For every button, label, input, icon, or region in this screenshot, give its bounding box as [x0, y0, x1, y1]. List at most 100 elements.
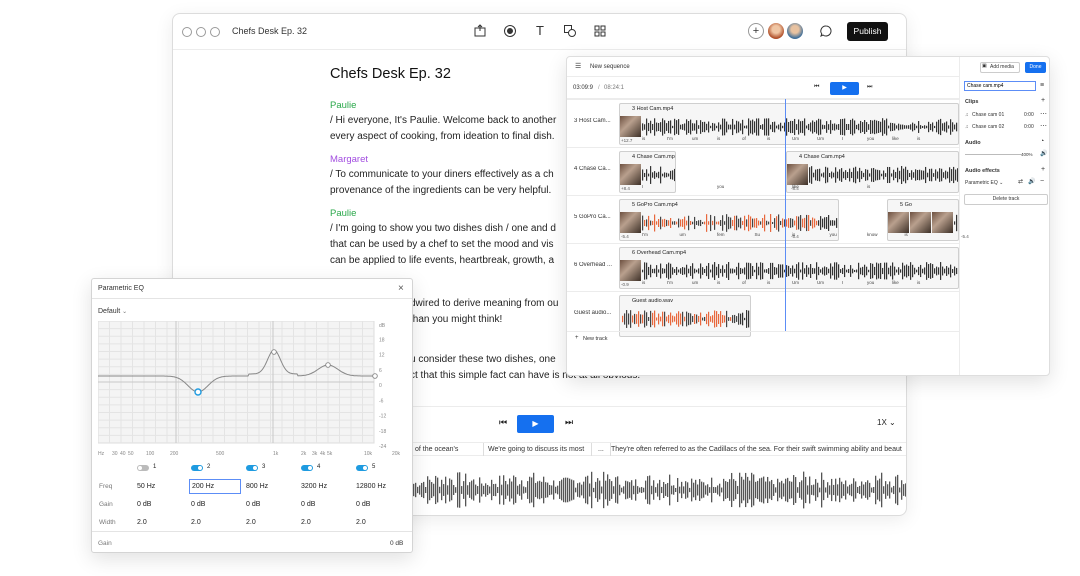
track-row[interactable]: 5 GoPro Ca... 5 GoPro Cam.mp4 5 Go -5.4 -5.4…	[567, 195, 969, 243]
band-toggle[interactable]	[301, 465, 313, 471]
band-freq-field[interactable]: 200 Hz	[189, 479, 241, 494]
skip-back-icon[interactable]: ⏮	[814, 84, 819, 91]
volume-slider[interactable]	[965, 154, 1021, 155]
transcript-word[interactable]: you	[867, 280, 874, 285]
eq-band-handle[interactable]	[325, 362, 331, 368]
transcript-word[interactable]: Um	[792, 280, 799, 285]
transcript-word[interactable]: um	[692, 280, 698, 285]
transcript-word[interactable]: is	[867, 184, 870, 189]
avatar[interactable]	[768, 23, 784, 39]
add-collaborator-icon[interactable]: +	[748, 23, 764, 39]
avatar[interactable]	[787, 23, 803, 39]
track-row[interactable]: 4 Chase Ca... 4 Chase Cam.mp 4 Chase Cam.m…	[567, 147, 959, 195]
transcript-word[interactable]: is	[917, 280, 920, 285]
clip-menu-icon[interactable]: ⋯	[1040, 110, 1047, 118]
comment-icon[interactable]	[819, 24, 833, 38]
transcript-word[interactable]: you	[830, 232, 837, 237]
band-toggle[interactable]	[191, 465, 203, 471]
new-track-button[interactable]: New track	[583, 336, 607, 342]
track-name-input[interactable]	[964, 81, 1036, 91]
transcript-word[interactable]: is	[917, 136, 920, 141]
clip-name[interactable]: Chase cam 02	[972, 124, 1004, 130]
transcript-word[interactable]: of	[742, 280, 746, 285]
strip-segment[interactable]: They're often referred to as the Cadilla…	[611, 443, 902, 456]
transcript-word[interactable]: like	[892, 280, 899, 285]
sidebar-toggle-icon[interactable]: ☰	[575, 62, 581, 70]
close-window-icon[interactable]	[182, 27, 192, 37]
transcript-word[interactable]: fem	[717, 232, 725, 237]
eq-band-handle[interactable]	[194, 388, 202, 396]
close-icon[interactable]: ×	[398, 283, 404, 294]
track-row[interactable]: 3 Host Cam... 3 Host Cam.mp4 +12.7 is I'm um i…	[567, 99, 959, 147]
speaker-icon[interactable]: 🔊	[1040, 150, 1047, 157]
play-button[interactable]: ▶	[830, 82, 859, 95]
band-width-field[interactable]: 2.0	[246, 519, 256, 526]
band-freq-field[interactable]: 50 Hz	[137, 483, 155, 490]
audio-settings-icon[interactable]: ◔	[1040, 138, 1044, 145]
effect-select[interactable]: Parametric EQ ⌄	[965, 180, 1003, 186]
transcript-paragraph[interactable]: / Hi everyone, It's Paulie. Welcome back…	[330, 113, 590, 145]
main-waveform[interactable]	[413, 466, 907, 514]
transcript-word[interactable]: I'm	[642, 232, 648, 237]
band-toggle[interactable]	[246, 465, 258, 471]
transcript-word[interactable]: Um	[792, 136, 799, 141]
transcript-word[interactable]: like	[892, 136, 899, 141]
playhead[interactable]	[785, 99, 786, 331]
transcript-word[interactable]: is	[767, 280, 770, 285]
maximize-window-icon[interactable]	[210, 27, 220, 37]
transcript-word[interactable]: I'm	[667, 136, 673, 141]
band-freq-field[interactable]: 800 Hz	[246, 483, 268, 490]
transcript-word[interactable]: I	[842, 136, 843, 141]
band-toggle[interactable]	[137, 465, 149, 471]
band-toggle[interactable]	[356, 465, 368, 471]
transcript-word[interactable]: I'm	[667, 280, 673, 285]
band-width-field[interactable]: 2.0	[301, 519, 311, 526]
strip-segment[interactable]: ...	[591, 443, 611, 456]
skip-back-icon[interactable]: ⏮	[499, 417, 507, 428]
transcript-word[interactable]: you	[867, 136, 874, 141]
add-effect-icon[interactable]: +	[1041, 166, 1045, 173]
transcript-word[interactable]: know	[867, 232, 878, 237]
clip-menu-icon[interactable]: ⋯	[1040, 122, 1047, 130]
skip-forward-icon[interactable]: ⏭	[867, 84, 872, 91]
transcript-word[interactable]: Um	[817, 136, 824, 141]
add-clip-icon[interactable]: +	[1041, 97, 1045, 104]
transcript-word[interactable]: is	[717, 280, 720, 285]
effect-mute-icon[interactable]: 🔊	[1028, 178, 1035, 185]
transcript-word[interactable]: is	[717, 136, 720, 141]
transcript-word[interactable]: is	[642, 280, 645, 285]
text-tool-icon[interactable]: T	[533, 24, 547, 38]
transcript-word[interactable]: is	[905, 232, 908, 237]
band-gain-field[interactable]: 0 dB	[137, 501, 151, 508]
band-width-field[interactable]: 2.0	[191, 519, 201, 526]
transcript-word[interactable]: um	[692, 136, 698, 141]
align-icon[interactable]: ≡	[1040, 82, 1044, 89]
band-gain-field[interactable]: 0 dB	[356, 501, 370, 508]
record-icon[interactable]	[503, 24, 517, 38]
transcript-word[interactable]: is	[642, 136, 645, 141]
effect-settings-icon[interactable]: ⇄	[1018, 178, 1023, 185]
band-width-field[interactable]: 2.0	[356, 519, 366, 526]
eq-curve-graph[interactable]: dB 18 12 6 0 -6 -12 -18 -24 Hz 30 40 50 100 200 500 1k 2k…	[98, 321, 402, 461]
transcript-paragraph[interactable]: / I'm going to show you two dishes dish …	[330, 221, 590, 269]
shapes-icon[interactable]	[563, 24, 577, 38]
band-gain-field[interactable]: 0 dB	[246, 501, 260, 508]
transcript-word[interactable]: you	[717, 184, 724, 189]
eq-band-handle[interactable]	[372, 373, 378, 379]
transcript-word[interactable]: of	[742, 136, 746, 141]
transcript-paragraph[interactable]: / To communicate to your diners effectiv…	[330, 167, 590, 199]
band-gain-field[interactable]: 0 dB	[191, 501, 205, 508]
grid-icon[interactable]	[593, 24, 607, 38]
transcript-word[interactable]: Su	[755, 232, 761, 237]
eq-band-handle[interactable]	[271, 349, 277, 355]
band-gain-field[interactable]: 0 dB	[301, 501, 315, 508]
playback-speed-select[interactable]: 1X ⌄	[877, 418, 896, 427]
strip-segment[interactable]: of the ocean's	[415, 443, 458, 456]
transcript-word[interactable]: um	[680, 232, 686, 237]
transcript-word[interactable]: is	[767, 136, 770, 141]
band-width-field[interactable]: 2.0	[137, 519, 147, 526]
transcript-word[interactable]: is	[792, 232, 795, 237]
publish-button[interactable]: Publish	[847, 22, 888, 41]
minimize-window-icon[interactable]	[196, 27, 206, 37]
band-freq-field[interactable]: 3200 Hz	[301, 483, 327, 490]
